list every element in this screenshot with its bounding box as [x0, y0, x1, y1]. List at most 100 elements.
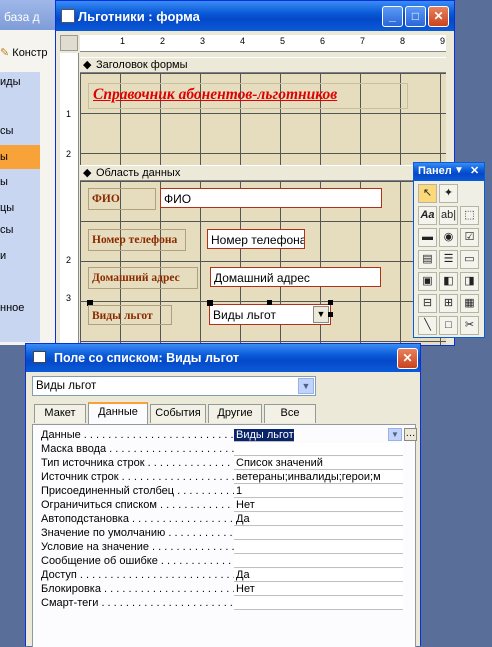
design-toolbar-button[interactable]: ✎ Констр [0, 46, 62, 64]
command-button-icon[interactable]: ▭ [460, 250, 479, 269]
property-name: Доступ . . . . . . . . . . . . . . . . .… [41, 569, 236, 581]
selection-handle[interactable] [207, 300, 213, 306]
benefits-label[interactable]: Виды льгот [88, 305, 172, 325]
object-item[interactable]: и [0, 250, 40, 266]
detail-area[interactable]: ФИО ФИО Номер телефона Номер телефона До… [80, 181, 446, 345]
property-name: Данные . . . . . . . . . . . . . . . . .… [41, 429, 236, 441]
object-item-selected[interactable]: ы [0, 145, 40, 169]
option-button-icon[interactable]: ◉ [439, 228, 458, 247]
rectangle-tool-icon[interactable]: □ [439, 316, 458, 335]
minimize-button[interactable]: _ [382, 6, 403, 27]
form-header-section-bar[interactable]: ◆ Заголовок формы [80, 57, 446, 73]
more-controls-icon[interactable]: ✂ [460, 316, 479, 335]
form-title-label[interactable]: Справочник абонентов-льготников [88, 83, 408, 109]
object-item[interactable]: ы [0, 176, 40, 192]
combobox-dropdown-icon[interactable]: ▼ [313, 306, 329, 323]
database-window-title: база д [4, 10, 40, 24]
property-value[interactable]: Нет [234, 583, 403, 596]
properties-titlebar[interactable]: Поле со списком: Виды льгот [26, 344, 420, 372]
object-item[interactable]: цы [0, 202, 40, 218]
property-row[interactable]: Автоподстановка . . . . . . . . . . . . … [33, 513, 415, 527]
phone-field[interactable]: Номер телефона [207, 229, 305, 249]
page-break-icon[interactable]: ⊟ [418, 294, 437, 313]
property-row[interactable]: Блокировка . . . . . . . . . . . . . . .… [33, 583, 415, 597]
object-item[interactable]: сы [0, 224, 40, 240]
property-value[interactable]: Виды льгот [234, 429, 294, 442]
object-item[interactable]: нное [0, 302, 40, 318]
property-row[interactable]: Сообщение об ошибке . . . . . . . . . . … [33, 555, 415, 569]
toggle-button-icon[interactable]: ▬ [418, 228, 437, 247]
maximize-button[interactable]: □ [405, 6, 426, 27]
property-value[interactable]: Список значений [234, 457, 403, 470]
detail-section-bar[interactable]: ◆ Область данных [80, 165, 446, 181]
property-value[interactable] [234, 527, 403, 540]
property-row[interactable]: Данные . . . . . . . . . . . . . . . . .… [33, 429, 415, 443]
select-objects-icon[interactable]: ↖ [418, 184, 437, 203]
combobox-tool-icon[interactable]: ▤ [418, 250, 437, 269]
property-value[interactable]: ветераны;инвалиды;герои;м [234, 471, 403, 484]
property-value[interactable]: Да [234, 513, 403, 526]
tab-layout[interactable]: Макет [34, 404, 86, 423]
selection-handle[interactable] [267, 300, 272, 305]
property-value[interactable] [234, 555, 403, 568]
unbound-frame-icon[interactable]: ◧ [439, 272, 458, 291]
property-row[interactable]: Присоединенный столбец . . . . . . . . .… [33, 485, 415, 499]
property-value[interactable]: 1 [234, 485, 403, 498]
toolbox-titlebar[interactable]: Панел ▼ ✕ [414, 163, 484, 181]
toolbox-menu-icon[interactable]: ▼ [454, 165, 464, 176]
close-button[interactable]: ✕ [428, 6, 449, 27]
row-source-dropdown-icon[interactable]: ▼ [388, 428, 402, 441]
address-field[interactable]: Домашний адрес [210, 267, 381, 287]
object-item[interactable]: сы [0, 99, 40, 137]
line-tool-icon[interactable]: ╲ [418, 316, 437, 335]
form-header-area[interactable]: Справочник абонентов-льготников [80, 73, 446, 165]
option-group-icon[interactable]: ⬚ [460, 206, 479, 225]
chevron-down-icon[interactable]: ▼ [298, 378, 314, 394]
address-label[interactable]: Домашний адрес [88, 267, 198, 289]
tab-all[interactable]: Все [264, 404, 316, 423]
toolbox-close-icon[interactable]: ✕ [470, 164, 479, 177]
property-value[interactable] [234, 597, 403, 610]
benefits-combobox[interactable]: Виды льгот ▼ [209, 304, 331, 325]
phone-label[interactable]: Номер телефона [88, 229, 186, 251]
fio-label[interactable]: ФИО [88, 188, 156, 210]
tab-events[interactable]: События [150, 404, 206, 423]
object-selector-dropdown[interactable]: Виды льгот ▼ [32, 376, 316, 396]
property-row[interactable]: Маска ввода . . . . . . . . . . . . . . … [33, 443, 415, 457]
bound-frame-icon[interactable]: ◨ [460, 272, 479, 291]
property-row[interactable]: Ограничиться списком . . . . . . . . . .… [33, 499, 415, 513]
property-value[interactable]: Нет [234, 499, 403, 512]
tab-control-icon[interactable]: ⊞ [439, 294, 458, 313]
property-value[interactable] [234, 541, 403, 554]
object-item-label: ы [0, 176, 8, 188]
database-window-titlebar[interactable]: база д [0, 0, 62, 30]
corner-selector[interactable] [60, 35, 78, 51]
tab-other[interactable]: Другие [208, 404, 262, 423]
wizard-icon[interactable]: ✦ [439, 184, 458, 203]
checkbox-tool-icon[interactable]: ☑ [460, 228, 479, 247]
properties-window: Поле со списком: Виды льгот ✕ Виды льгот… [25, 343, 421, 647]
property-row[interactable]: Значение по умолчанию . . . . . . . . . … [33, 527, 415, 541]
ruler-number: 8 [400, 36, 406, 46]
subform-icon[interactable]: ▦ [460, 294, 479, 313]
property-row[interactable]: Смарт-теги . . . . . . . . . . . . . . .… [33, 597, 415, 611]
object-item-label: и [0, 250, 7, 262]
fio-field[interactable]: ФИО [160, 188, 382, 208]
selection-handle[interactable] [328, 312, 333, 317]
properties-close-button[interactable]: ✕ [397, 348, 418, 369]
tab-data[interactable]: Данные [88, 402, 148, 424]
properties-tabs: Макет Данные События Другие Все [32, 402, 332, 424]
builder-button[interactable]: … [404, 428, 417, 441]
property-row[interactable]: Условие на значение . . . . . . . . . . … [33, 541, 415, 555]
listbox-tool-icon[interactable]: ☰ [439, 250, 458, 269]
property-row[interactable]: Источник строк . . . . . . . . . . . . .… [33, 471, 415, 485]
textbox-tool-icon[interactable]: ab| [439, 206, 458, 225]
property-value[interactable]: Да [234, 569, 403, 582]
property-row[interactable]: Тип источника строк . . . . . . . . . . … [33, 457, 415, 471]
selection-handle[interactable] [328, 300, 333, 305]
property-value[interactable] [234, 443, 403, 456]
label-tool-icon[interactable]: Aa [418, 206, 437, 225]
object-item[interactable]: иды [0, 76, 40, 96]
image-tool-icon[interactable]: ▣ [418, 272, 437, 291]
property-row[interactable]: Доступ . . . . . . . . . . . . . . . . .… [33, 569, 415, 583]
